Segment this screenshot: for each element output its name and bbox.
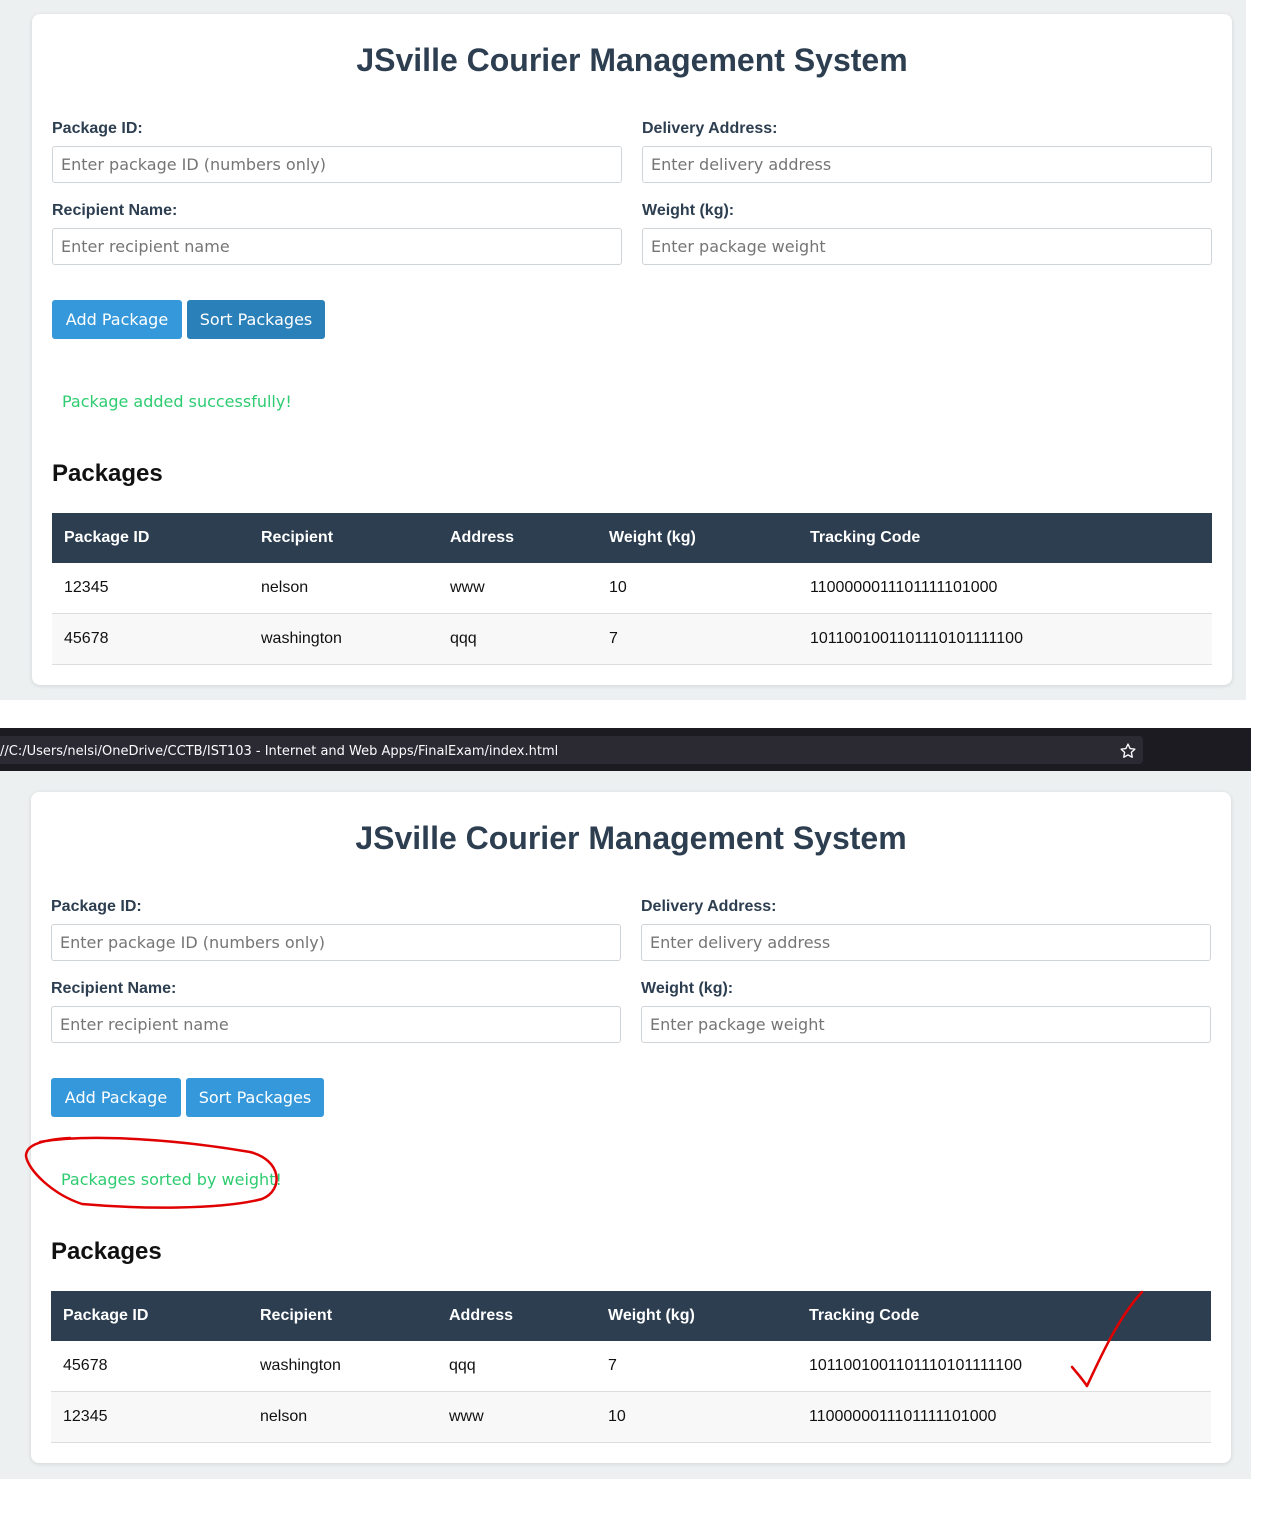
cell-recipient: washington: [249, 613, 438, 665]
table-row: 45678 washington qqq 7 10110010011011101…: [52, 613, 1212, 665]
url-text: //C:/Users/nelsi/OneDrive/CCTB/IST103 - …: [0, 744, 559, 759]
column-header-weight: Weight (kg): [596, 1291, 797, 1341]
app-container-top: JSville Courier Management System Packag…: [32, 14, 1232, 685]
table-row: 12345 nelson www 10 11000000111011111010…: [51, 1391, 1211, 1443]
cell-recipient: nelson: [248, 1391, 437, 1443]
cell-address: qqq: [438, 613, 597, 665]
recipient-name-input[interactable]: [52, 228, 622, 265]
page-title: JSville Courier Management System: [355, 820, 907, 856]
cell-package-id: 45678: [51, 1341, 248, 1392]
sort-packages-button[interactable]: Sort Packages: [186, 1078, 324, 1117]
weight-input[interactable]: [641, 1006, 1211, 1043]
cell-tracking-code: 1011001001101110101111100: [798, 613, 1212, 665]
column-header-address: Address: [438, 513, 597, 563]
add-package-button[interactable]: Add Package: [52, 300, 182, 339]
packages-table: Package ID Recipient Address Weight (kg)…: [52, 513, 1212, 665]
weight-label: Weight (kg):: [642, 202, 735, 219]
cell-tracking-code: 1100000011101111101000: [798, 563, 1212, 614]
cell-weight: 7: [597, 613, 798, 665]
star-outline-icon[interactable]: [1119, 742, 1137, 760]
column-header-recipient: Recipient: [248, 1291, 437, 1341]
page-title: JSville Courier Management System: [356, 42, 908, 78]
package-id-label: Package ID:: [52, 120, 143, 137]
delivery-address-label: Delivery Address:: [641, 898, 777, 915]
table-header-row: Package ID Recipient Address Weight (kg)…: [51, 1291, 1211, 1341]
cell-address: www: [437, 1391, 596, 1443]
address-bar[interactable]: //C:/Users/nelsi/OneDrive/CCTB/IST103 - …: [0, 736, 1143, 764]
column-header-recipient: Recipient: [249, 513, 438, 563]
cell-package-id: 45678: [52, 613, 249, 665]
column-header-tracking-code: Tracking Code: [797, 1291, 1211, 1341]
cell-package-id: 12345: [51, 1391, 248, 1443]
cell-package-id: 12345: [52, 563, 249, 614]
cell-tracking-code: 1011001001101110101111100: [797, 1341, 1211, 1392]
recipient-name-input[interactable]: [51, 1006, 621, 1043]
weight-input[interactable]: [642, 228, 1212, 265]
packages-heading: Packages: [52, 460, 163, 487]
table-header-row: Package ID Recipient Address Weight (kg)…: [52, 513, 1212, 563]
status-message: Package added successfully!: [62, 392, 292, 411]
delivery-address-input[interactable]: [641, 924, 1211, 961]
cell-weight: 7: [596, 1341, 797, 1392]
cell-recipient: nelson: [249, 563, 438, 614]
column-header-weight: Weight (kg): [597, 513, 798, 563]
recipient-name-label: Recipient Name:: [52, 202, 178, 219]
browser-toolbar: //C:/Users/nelsi/OneDrive/CCTB/IST103 - …: [0, 728, 1251, 771]
status-message: Packages sorted by weight!: [61, 1170, 282, 1189]
column-header-package-id: Package ID: [51, 1291, 248, 1341]
cell-recipient: washington: [248, 1341, 437, 1392]
recipient-name-label: Recipient Name:: [51, 980, 177, 997]
delivery-address-input[interactable]: [642, 146, 1212, 183]
cell-weight: 10: [596, 1391, 797, 1443]
add-package-button[interactable]: Add Package: [51, 1078, 181, 1117]
cell-address: qqq: [437, 1341, 596, 1392]
weight-label: Weight (kg):: [641, 980, 734, 997]
app-container-bottom: JSville Courier Management System Packag…: [31, 792, 1231, 1463]
table-row: 12345 nelson www 10 11000000111011111010…: [52, 563, 1212, 614]
cell-tracking-code: 1100000011101111101000: [797, 1391, 1211, 1443]
delivery-address-label: Delivery Address:: [642, 120, 778, 137]
package-id-input[interactable]: [51, 924, 621, 961]
cell-address: www: [438, 563, 597, 614]
column-header-tracking-code: Tracking Code: [798, 513, 1212, 563]
table-row: 45678 washington qqq 7 10110010011011101…: [51, 1341, 1211, 1392]
packages-table: Package ID Recipient Address Weight (kg)…: [51, 1291, 1211, 1443]
package-id-label: Package ID:: [51, 898, 142, 915]
column-header-address: Address: [437, 1291, 596, 1341]
packages-heading: Packages: [51, 1238, 162, 1265]
package-id-input[interactable]: [52, 146, 622, 183]
cell-weight: 10: [597, 563, 798, 614]
sort-packages-button[interactable]: Sort Packages: [187, 300, 325, 339]
column-header-package-id: Package ID: [52, 513, 249, 563]
